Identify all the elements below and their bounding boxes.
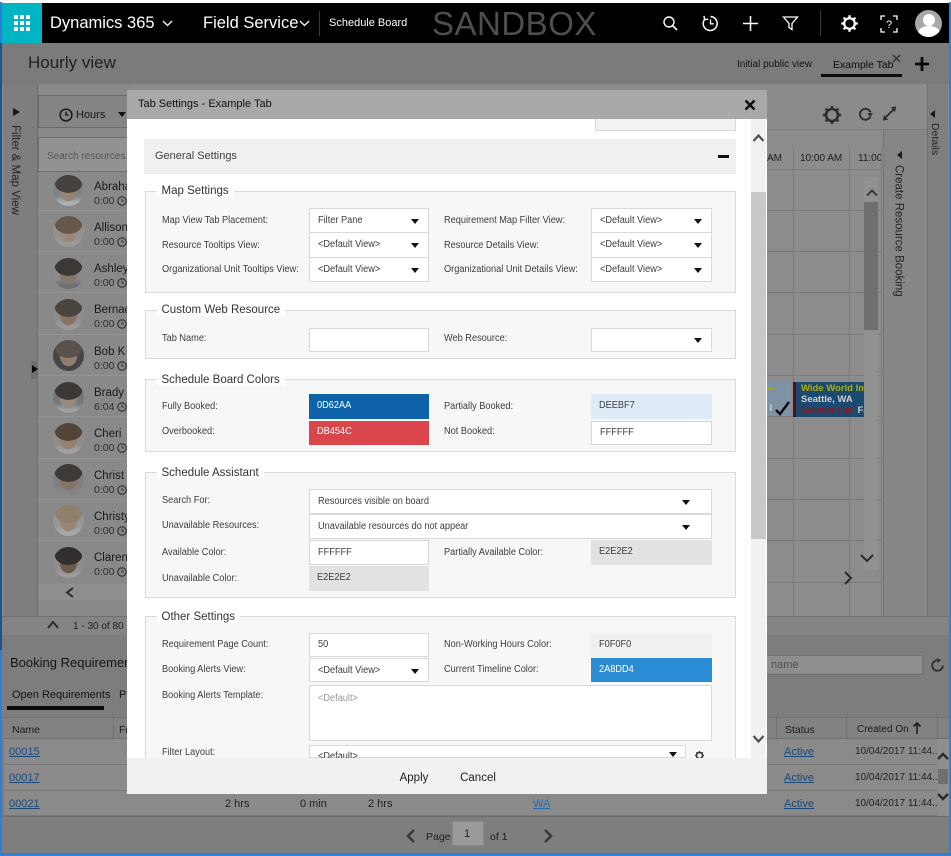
svg-text:?: ? — [886, 19, 892, 31]
